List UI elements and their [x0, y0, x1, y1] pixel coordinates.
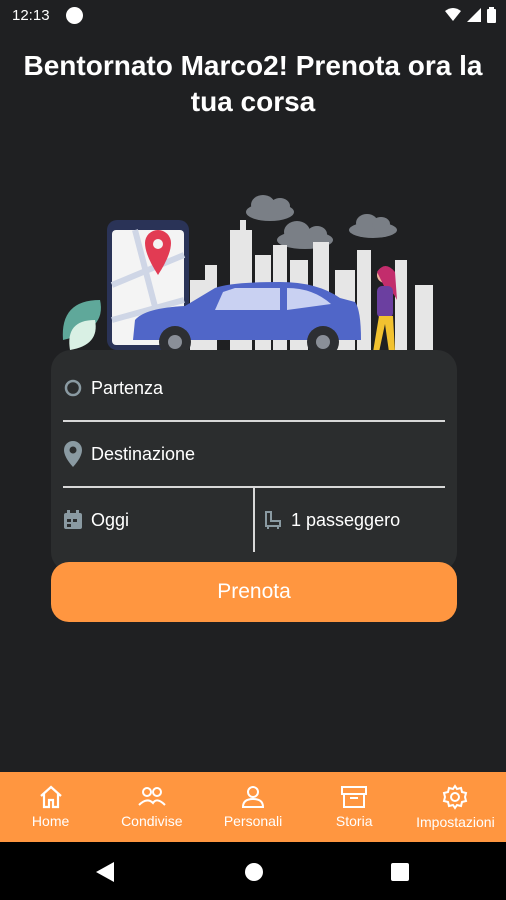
status-bar: 12:13	[0, 0, 506, 32]
status-time: 12:13	[12, 7, 50, 24]
wifi-icon	[445, 8, 461, 21]
home-icon	[39, 785, 62, 809]
seat-icon	[265, 511, 281, 529]
book-button[interactable]: Prenota	[51, 562, 457, 622]
system-navigation-bar	[0, 842, 506, 900]
signal-icon	[467, 8, 481, 22]
gear-icon	[443, 784, 468, 810]
destination-placeholder: Destinazione	[91, 443, 196, 464]
nav-label-home: Home	[31, 813, 70, 829]
date-value: Oggi	[91, 509, 130, 530]
status-icons	[445, 7, 496, 23]
nav-item-history[interactable]: Storia	[304, 772, 405, 842]
passenger-selector[interactable]: 1 passeggero	[255, 488, 400, 552]
notification-dot-icon	[66, 7, 83, 24]
car-booking-illustration	[62, 195, 433, 358]
back-icon[interactable]	[96, 862, 114, 882]
date-selector[interactable]: Oggi	[63, 488, 255, 552]
battery-icon	[487, 7, 496, 23]
nav-label-personal: Personali	[223, 813, 283, 829]
nav-label-shared: Condivise	[121, 813, 183, 829]
nav-item-home[interactable]: Home	[0, 772, 101, 842]
nav-label-settings: Impostazioni	[416, 814, 495, 830]
person-icon	[241, 786, 265, 808]
passengers-value: 1 passeggero	[291, 509, 401, 530]
date-passenger-row: Oggi 1 passeggero	[63, 488, 445, 552]
booking-form-card: Partenza Destinazione Oggi 1 passeggero	[51, 350, 457, 572]
page-title: Bentornato Marco2! Prenota ora la tua co…	[23, 50, 483, 117]
location-pin-icon	[64, 441, 82, 467]
home-circle-icon[interactable]	[244, 862, 264, 882]
nav-item-settings[interactable]: Impostazioni	[405, 772, 506, 842]
recents-icon[interactable]	[391, 863, 409, 881]
destination-field[interactable]: Destinazione	[63, 422, 445, 488]
group-icon	[138, 787, 166, 806]
calendar-icon	[64, 510, 82, 529]
departure-placeholder: Partenza	[91, 377, 164, 398]
departure-field[interactable]: Partenza	[63, 356, 445, 422]
origin-circle-icon	[64, 379, 82, 397]
bottom-navigation: Home Condivise Personali Storia Impostaz…	[0, 772, 506, 842]
nav-label-history: Storia	[335, 813, 373, 829]
nav-item-shared[interactable]: Condivise	[101, 772, 202, 842]
nav-item-personal[interactable]: Personali	[202, 772, 303, 842]
archive-icon	[341, 786, 368, 808]
